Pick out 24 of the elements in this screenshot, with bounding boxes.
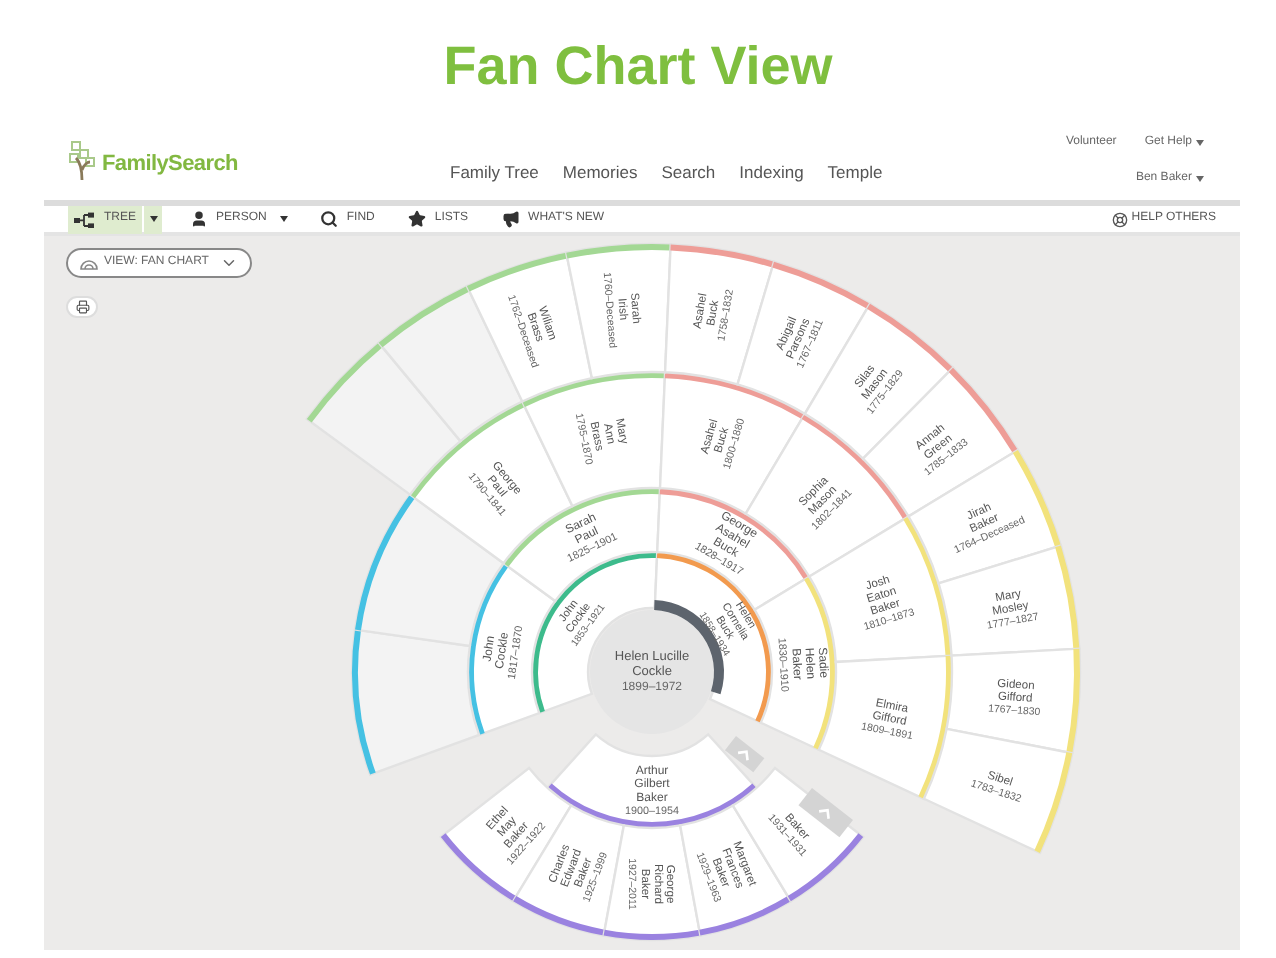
caret-icon bbox=[149, 216, 158, 222]
star-icon bbox=[408, 210, 427, 228]
empty-segment[interactable] bbox=[305, 341, 462, 496]
nav-link[interactable]: Search bbox=[661, 159, 716, 185]
empty-segment[interactable] bbox=[350, 628, 481, 776]
slide-title: Fan Chart View bbox=[443, 33, 833, 100]
caret-icon bbox=[279, 216, 288, 222]
nav-link[interactable]: Memories bbox=[562, 159, 638, 185]
print-button[interactable] bbox=[66, 296, 98, 318]
person-icon bbox=[190, 210, 209, 228]
megaphone-icon bbox=[502, 210, 521, 228]
fan-icon bbox=[80, 257, 98, 269]
caret-icon bbox=[1196, 139, 1204, 145]
nav-link[interactable]: Indexing bbox=[739, 159, 804, 185]
search-icon bbox=[320, 210, 339, 228]
logo-tree-icon bbox=[68, 140, 100, 180]
tree-icon bbox=[74, 211, 96, 227]
nav-link[interactable]: Family Tree bbox=[450, 159, 539, 185]
dropdown-button[interactable] bbox=[144, 205, 163, 233]
nav-link[interactable]: Temple bbox=[827, 159, 883, 185]
caret-icon bbox=[1196, 175, 1204, 181]
printer-icon bbox=[75, 300, 89, 314]
chevron-icon bbox=[220, 254, 239, 272]
lifebuoy-icon bbox=[1111, 211, 1128, 227]
